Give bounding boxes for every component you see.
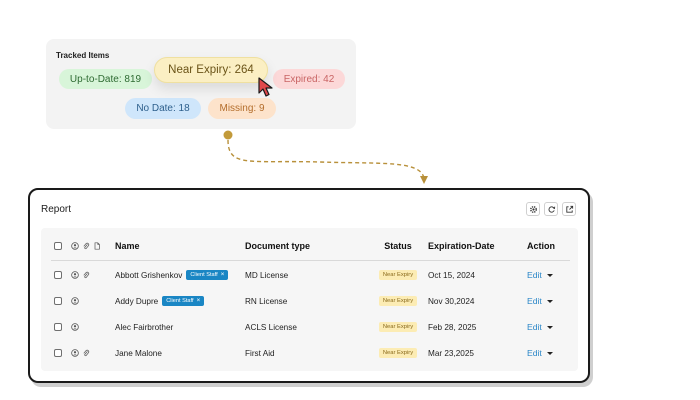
- tag-close-icon[interactable]: ×: [221, 271, 225, 279]
- user-icon: [71, 349, 79, 357]
- row-checkbox[interactable]: [54, 349, 62, 357]
- row-expiration-date: Mar 23,2025: [428, 348, 474, 358]
- table-row: Addy Dupre Client Staff × RN License Near…: [41, 288, 578, 314]
- report-title: Report: [41, 204, 72, 215]
- chevron-down-icon[interactable]: [546, 352, 553, 355]
- up-to-date-pill[interactable]: Up-to-Date: 819: [59, 69, 152, 89]
- edit-link[interactable]: Edit: [527, 296, 542, 306]
- row-checkbox[interactable]: [54, 271, 62, 279]
- column-name[interactable]: Name: [115, 234, 140, 258]
- user-icon: [71, 242, 79, 250]
- column-action: Action: [527, 241, 555, 251]
- table-header: Name Document type Status Expiration-Dat…: [41, 234, 578, 258]
- row-checkbox[interactable]: [54, 297, 62, 305]
- gear-icon: [529, 205, 537, 213]
- export-button[interactable]: [562, 202, 576, 216]
- document-icon: [94, 242, 100, 250]
- tag-close-icon[interactable]: ×: [197, 297, 201, 305]
- status-badge: Near Expiry: [378, 270, 418, 280]
- header-divider: [51, 260, 570, 261]
- export-icon: [565, 205, 573, 213]
- report-card: Report Name Document type Status Expirat…: [28, 188, 590, 383]
- column-document-type[interactable]: Document type: [245, 234, 310, 258]
- header-icons: [71, 234, 101, 258]
- paperclip-icon: [83, 349, 90, 357]
- report-table: Name Document type Status Expiration-Dat…: [41, 228, 578, 371]
- row-name: Abbott Grishenkov: [115, 270, 183, 280]
- user-icon: [71, 297, 79, 305]
- table-row: Abbott Grishenkov Client Staff × MD Licen…: [41, 262, 578, 288]
- row-name: Addy Dupre: [115, 296, 159, 306]
- row-checkbox[interactable]: [54, 323, 62, 331]
- row-document-type: MD License: [245, 270, 289, 280]
- table-row: Alec Fairbrother ACLS License Near Expir…: [41, 314, 578, 340]
- row-document-type: First Aid: [245, 348, 275, 358]
- client-staff-tag: Client Staff ×: [162, 295, 205, 307]
- refresh-icon: [548, 205, 555, 213]
- tracked-items-card: Tracked Items Up-to-Date: 819 Expired: 4…: [46, 39, 356, 129]
- status-badge: Near Expiry: [378, 322, 418, 332]
- tag-label: Client Staff: [166, 298, 194, 304]
- row-name: Alec Fairbrother: [115, 322, 174, 332]
- client-staff-tag: Client Staff ×: [186, 269, 229, 281]
- missing-pill[interactable]: Missing: 9: [208, 98, 276, 119]
- settings-button[interactable]: [526, 202, 540, 216]
- refresh-button[interactable]: [544, 202, 558, 216]
- connector-arrow: [420, 176, 428, 184]
- user-icon: [71, 271, 79, 279]
- column-expiration-date[interactable]: Expiration-Date: [428, 234, 495, 258]
- chevron-down-icon[interactable]: [546, 300, 553, 303]
- paperclip-icon: [83, 271, 90, 279]
- row-expiration-date: Feb 28, 2025: [428, 322, 477, 332]
- cursor-icon: [258, 77, 273, 97]
- chevron-down-icon[interactable]: [546, 326, 553, 329]
- column-status[interactable]: Status: [363, 234, 433, 258]
- connector-dot: [223, 130, 233, 140]
- row-document-type: ACLS License: [245, 322, 297, 332]
- edit-link[interactable]: Edit: [527, 348, 542, 358]
- row-expiration-date: Oct 15, 2024: [428, 270, 475, 280]
- stage: Tracked Items Up-to-Date: 819 Expired: 4…: [0, 0, 700, 400]
- status-badge: Near Expiry: [378, 296, 418, 306]
- tag-label: Client Staff: [190, 272, 218, 278]
- table-row: Jane Malone First Aid Near Expiry Mar 23…: [41, 340, 578, 366]
- row-name: Jane Malone: [115, 348, 162, 358]
- no-date-pill[interactable]: No Date: 18: [125, 98, 201, 119]
- edit-link[interactable]: Edit: [527, 270, 542, 280]
- paperclip-icon: [83, 242, 90, 250]
- tracked-items-title: Tracked Items: [56, 51, 110, 60]
- edit-link[interactable]: Edit: [527, 322, 542, 332]
- select-all-checkbox[interactable]: [54, 242, 62, 250]
- chevron-down-icon[interactable]: [546, 274, 553, 277]
- user-icon: [71, 323, 79, 331]
- row-document-type: RN License: [245, 296, 288, 306]
- near-expiry-pill[interactable]: Near Expiry: 264: [154, 57, 268, 83]
- expired-pill[interactable]: Expired: 42: [273, 69, 345, 89]
- row-expiration-date: Nov 30,2024: [428, 296, 475, 306]
- status-badge: Near Expiry: [378, 348, 418, 358]
